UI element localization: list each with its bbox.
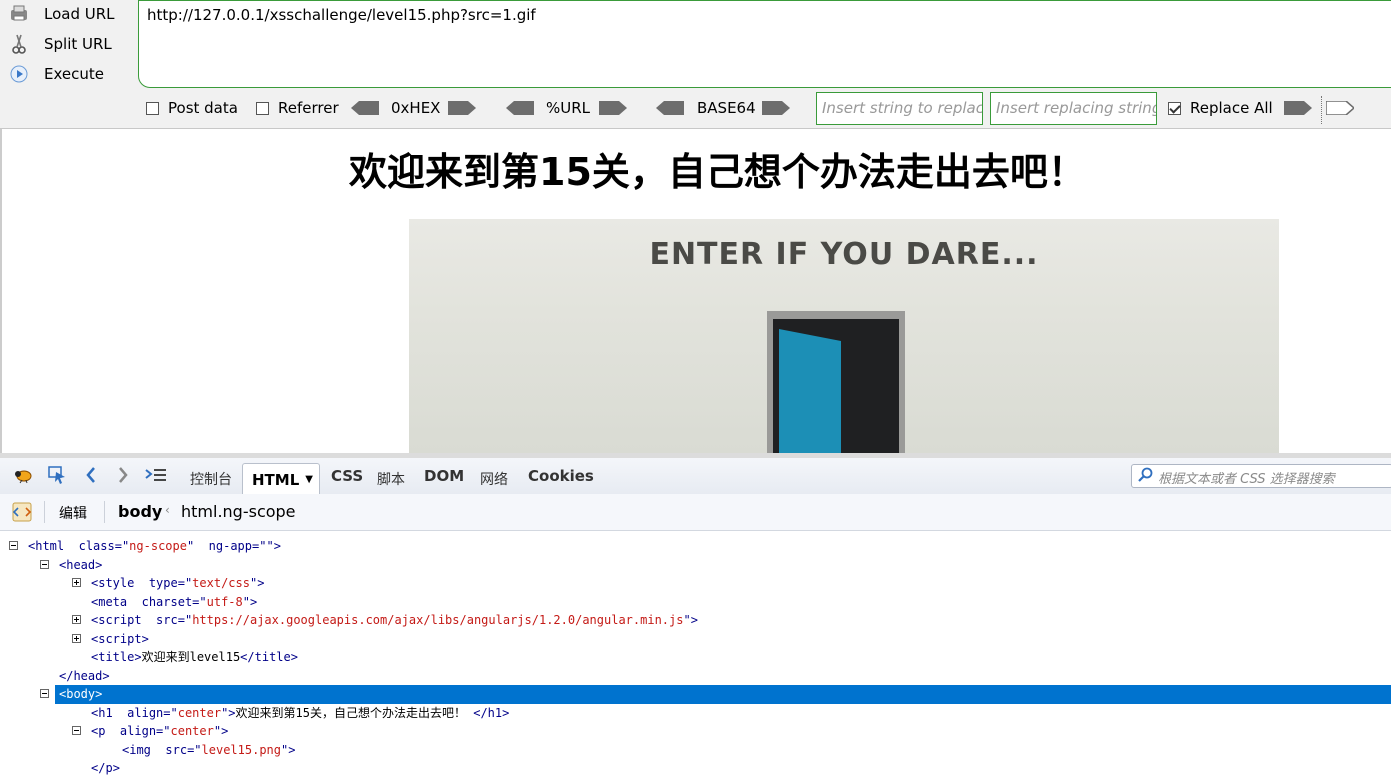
- expand-icon[interactable]: [72, 615, 81, 624]
- base64-decode-arrow-icon[interactable]: [656, 101, 684, 115]
- post-data-check[interactable]: [146, 101, 159, 115]
- expand-icon[interactable]: [72, 578, 81, 587]
- breadcrumb: 编辑 body ‹ html.ng-scope: [0, 494, 1391, 531]
- load-url-label: Load URL: [44, 5, 115, 23]
- tree-node-p-close[interactable]: </p>: [0, 759, 1391, 778]
- tab-html-label: HTML: [252, 470, 300, 489]
- tree-node-script-src[interactable]: <script src="https://ajax.googleapis.com…: [0, 611, 1391, 630]
- replacing-string-input[interactable]: Insert replacing string: [990, 92, 1157, 125]
- tree-node-img[interactable]: <img src="level15.png">: [0, 741, 1391, 760]
- level-image: ENTER IF YOU DARE...: [409, 219, 1279, 453]
- forward-icon[interactable]: [112, 464, 134, 486]
- separator: [1321, 96, 1323, 124]
- tree-node-meta[interactable]: <meta charset="utf-8">: [0, 593, 1391, 612]
- html-tree: <html class="ng-scope" ng-app=""> <head>…: [0, 531, 1391, 781]
- inspect-icon[interactable]: [46, 464, 68, 486]
- replace-all-checkbox[interactable]: Replace All: [1168, 99, 1273, 117]
- url-textarea[interactable]: http://127.0.0.1/xsschallenge/level15.ph…: [138, 0, 1391, 88]
- tab-dom[interactable]: DOM: [424, 467, 464, 485]
- collapse-icon[interactable]: [72, 726, 81, 735]
- tree-node-body[interactable]: <body>: [40, 685, 1391, 704]
- play-icon: [8, 63, 30, 85]
- base64-label: BASE64: [697, 99, 756, 117]
- tree-node-title[interactable]: <title>欢迎来到level15</title>: [0, 648, 1391, 667]
- replace-all-label: Replace All: [1190, 99, 1273, 117]
- collapse-icon[interactable]: [40, 689, 49, 698]
- referrer-check[interactable]: [256, 101, 269, 115]
- door-icon: [767, 311, 905, 453]
- url-encode-arrow-icon[interactable]: [599, 101, 627, 115]
- execute-button[interactable]: Execute: [8, 60, 104, 88]
- tab-script[interactable]: 脚本: [377, 469, 405, 489]
- crumb-html[interactable]: html.ng-scope: [181, 502, 296, 521]
- crumb-body[interactable]: body: [118, 502, 162, 521]
- tab-net[interactable]: 网络: [480, 469, 508, 489]
- page-heading: 欢迎来到第15关，自己想个办法走出去吧！: [349, 150, 1086, 194]
- collapse-icon[interactable]: [9, 541, 18, 550]
- base64-encode-arrow-icon[interactable]: [762, 101, 790, 115]
- command-line-icon[interactable]: [145, 464, 167, 486]
- execute-label: Execute: [44, 65, 104, 83]
- devtools-toolbar: 控制台 HTML ▼ CSS 脚本 DOM 网络 Cookies 根据文本或者 …: [0, 458, 1391, 495]
- back-icon[interactable]: [80, 464, 102, 486]
- search-icon: [1138, 467, 1154, 487]
- tab-css[interactable]: CSS: [331, 467, 363, 485]
- url-decode-arrow-icon[interactable]: [506, 101, 534, 115]
- hex-decode-arrow-icon[interactable]: [351, 101, 379, 115]
- replace-all-check[interactable]: [1168, 101, 1181, 115]
- tab-html[interactable]: HTML ▼: [242, 463, 320, 495]
- hex-encode-arrow-icon[interactable]: [448, 101, 476, 115]
- image-caption: ENTER IF YOU DARE...: [649, 237, 1039, 272]
- chevron-down-icon: ▼: [305, 474, 313, 485]
- separator: [44, 501, 45, 523]
- load-url-button[interactable]: Load URL: [8, 0, 115, 28]
- split-url-button[interactable]: Split URL: [8, 30, 112, 58]
- scissors-icon: [8, 33, 30, 55]
- load-url-icon: [8, 3, 30, 25]
- tree-node-p[interactable]: <p align="center">: [0, 722, 1391, 741]
- devtools-panel: 控制台 HTML ▼ CSS 脚本 DOM 网络 Cookies 根据文本或者 …: [0, 453, 1391, 777]
- tab-cookies[interactable]: Cookies: [528, 467, 594, 485]
- tree-node-style[interactable]: <style type="text/css">: [0, 574, 1391, 593]
- tree-node-html[interactable]: <html class="ng-scope" ng-app="">: [0, 537, 1391, 556]
- edit-button[interactable]: 编辑: [59, 503, 87, 523]
- tree-node-head-close[interactable]: </head>: [0, 667, 1391, 686]
- expand-icon[interactable]: [72, 634, 81, 643]
- referrer-checkbox[interactable]: Referrer: [256, 99, 339, 117]
- search-input[interactable]: 根据文本或者 CSS 选择器搜索: [1131, 464, 1391, 488]
- tree-node-head[interactable]: <head>: [0, 556, 1391, 575]
- post-data-checkbox[interactable]: Post data: [146, 99, 238, 117]
- split-url-label: Split URL: [44, 35, 112, 53]
- collapse-icon[interactable]: [40, 560, 49, 569]
- hackbar-panel: Load URL Split URL Execute http://127.0.…: [0, 0, 1391, 129]
- replace-arrow-icon[interactable]: [1284, 101, 1312, 115]
- referrer-label: Referrer: [278, 99, 339, 117]
- firebug-icon[interactable]: [12, 464, 34, 486]
- element-icon[interactable]: [12, 502, 32, 526]
- post-data-label: Post data: [168, 99, 238, 117]
- tab-console[interactable]: 控制台: [190, 469, 232, 489]
- hex-label: 0xHEX: [391, 99, 441, 117]
- search-placeholder: 根据文本或者 CSS 选择器搜索: [1158, 472, 1335, 487]
- page-viewport: 欢迎来到第15关，自己想个办法走出去吧！ ENTER IF YOU DARE..…: [0, 129, 1391, 453]
- replace-string-input[interactable]: Insert string to replace: [816, 92, 983, 125]
- url-enc-label: %URL: [546, 99, 591, 117]
- tree-node-h1[interactable]: <h1 align="center">欢迎来到第15关，自己想个办法走出去吧！ …: [0, 704, 1391, 723]
- separator: [104, 501, 105, 523]
- next-arrow-icon[interactable]: [1326, 101, 1354, 115]
- tree-node-script[interactable]: <script>: [0, 630, 1391, 649]
- crumb-separator-icon: ‹: [165, 503, 170, 517]
